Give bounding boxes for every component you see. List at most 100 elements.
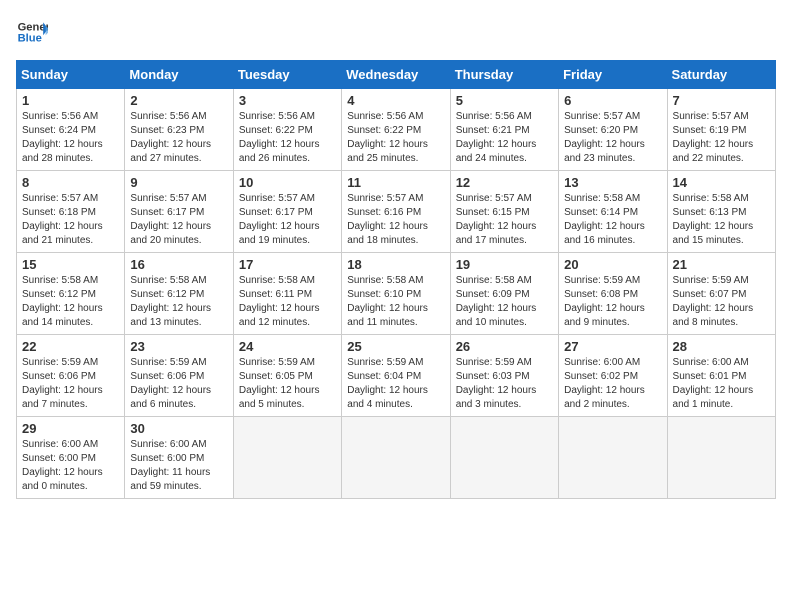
calendar-week-5: 29 Sunrise: 6:00 AMSunset: 6:00 PMDayligh… bbox=[17, 417, 776, 499]
cell-content: Sunrise: 5:58 AMSunset: 6:13 PMDaylight:… bbox=[673, 192, 770, 248]
day-number: 1 bbox=[22, 93, 119, 108]
calendar-cell: 20Sunrise: 5:59 AMSunset: 6:08 PMDayligh… bbox=[559, 253, 667, 335]
day-number: 29 bbox=[22, 421, 119, 436]
cell-content: Sunrise: 5:57 AMSunset: 6:17 PMDaylight:… bbox=[130, 192, 227, 248]
day-number: 17 bbox=[239, 257, 336, 272]
cell-content: Sunrise: 5:57 AMSunset: 6:15 PMDaylight:… bbox=[456, 192, 553, 248]
calendar-week-2: 8 Sunrise: 5:57 AMSunset: 6:18 PMDaylight… bbox=[17, 171, 776, 253]
calendar-cell: 28 Sunrise: 6:00 AMSunset: 6:01 PMDayligh… bbox=[667, 335, 775, 417]
cell-content: Sunrise: 5:58 AMSunset: 6:09 PMDaylight:… bbox=[456, 274, 553, 330]
calendar-cell: 29 Sunrise: 6:00 AMSunset: 6:00 PMDayligh… bbox=[17, 417, 125, 499]
day-number: 23 bbox=[130, 339, 227, 354]
cell-content: Sunrise: 5:57 AMSunset: 6:20 PMDaylight:… bbox=[564, 110, 661, 166]
cell-content: Sunrise: 5:58 AMSunset: 6:12 PMDaylight:… bbox=[22, 274, 119, 330]
svg-text:Blue: Blue bbox=[18, 33, 42, 45]
calendar-cell: 14 Sunrise: 5:58 AMSunset: 6:13 PMDayligh… bbox=[667, 171, 775, 253]
cell-content: Sunrise: 5:59 AMSunset: 6:04 PMDaylight:… bbox=[347, 356, 444, 412]
cell-content: Sunrise: 5:59 AMSunset: 6:08 PMDaylight:… bbox=[564, 274, 661, 330]
calendar-cell: 11Sunrise: 5:57 AMSunset: 6:16 PMDayligh… bbox=[342, 171, 450, 253]
day-number: 3 bbox=[239, 93, 336, 108]
cell-content: Sunrise: 5:59 AMSunset: 6:06 PMDaylight:… bbox=[130, 356, 227, 412]
cell-content: Sunrise: 5:56 AMSunset: 6:22 PMDaylight:… bbox=[239, 110, 336, 166]
day-number: 27 bbox=[564, 339, 661, 354]
day-number: 21 bbox=[673, 257, 770, 272]
cell-content: Sunrise: 5:57 AMSunset: 6:18 PMDaylight:… bbox=[22, 192, 119, 248]
calendar-cell: 2 Sunrise: 5:56 AMSunset: 6:23 PMDaylight… bbox=[125, 89, 233, 171]
calendar-week-3: 15 Sunrise: 5:58 AMSunset: 6:12 PMDayligh… bbox=[17, 253, 776, 335]
weekday-header-thursday: Thursday bbox=[450, 61, 558, 89]
calendar-table: SundayMondayTuesdayWednesdayThursdayFrid… bbox=[16, 60, 776, 499]
day-number: 30 bbox=[130, 421, 227, 436]
calendar-cell: 27 Sunrise: 6:00 AMSunset: 6:02 PMDayligh… bbox=[559, 335, 667, 417]
calendar-cell: 4Sunrise: 5:56 AMSunset: 6:22 PMDaylight… bbox=[342, 89, 450, 171]
cell-content: Sunrise: 5:57 AMSunset: 6:16 PMDaylight:… bbox=[347, 192, 444, 248]
calendar-cell: 8 Sunrise: 5:57 AMSunset: 6:18 PMDaylight… bbox=[17, 171, 125, 253]
calendar-cell bbox=[233, 417, 341, 499]
weekday-header-sunday: Sunday bbox=[17, 61, 125, 89]
cell-content: Sunrise: 6:00 AMSunset: 6:02 PMDaylight:… bbox=[564, 356, 661, 412]
calendar-cell: 17 Sunrise: 5:58 AMSunset: 6:11 PMDayligh… bbox=[233, 253, 341, 335]
calendar-cell: 25 Sunrise: 5:59 AMSunset: 6:04 PMDayligh… bbox=[342, 335, 450, 417]
calendar-week-4: 22 Sunrise: 5:59 AMSunset: 6:06 PMDayligh… bbox=[17, 335, 776, 417]
cell-content: Sunrise: 6:00 AMSunset: 6:00 PMDaylight:… bbox=[130, 438, 227, 494]
cell-content: Sunrise: 6:00 AMSunset: 6:00 PMDaylight:… bbox=[22, 438, 119, 494]
day-number: 7 bbox=[673, 93, 770, 108]
day-number: 12 bbox=[456, 175, 553, 190]
day-number: 8 bbox=[22, 175, 119, 190]
calendar-cell: 10 Sunrise: 5:57 AMSunset: 6:17 PMDayligh… bbox=[233, 171, 341, 253]
logo-icon: General Blue bbox=[16, 16, 48, 48]
day-number: 6 bbox=[564, 93, 661, 108]
weekday-header-friday: Friday bbox=[559, 61, 667, 89]
cell-content: Sunrise: 5:59 AMSunset: 6:03 PMDaylight:… bbox=[456, 356, 553, 412]
day-number: 24 bbox=[239, 339, 336, 354]
day-number: 22 bbox=[22, 339, 119, 354]
cell-content: Sunrise: 5:59 AMSunset: 6:07 PMDaylight:… bbox=[673, 274, 770, 330]
calendar-cell: 24Sunrise: 5:59 AMSunset: 6:05 PMDayligh… bbox=[233, 335, 341, 417]
weekday-header-wednesday: Wednesday bbox=[342, 61, 450, 89]
day-number: 25 bbox=[347, 339, 444, 354]
page-header: General Blue bbox=[16, 16, 776, 48]
calendar-cell: 1Sunrise: 5:56 AMSunset: 6:24 PMDaylight… bbox=[17, 89, 125, 171]
cell-content: Sunrise: 5:58 AMSunset: 6:14 PMDaylight:… bbox=[564, 192, 661, 248]
cell-content: Sunrise: 5:58 AMSunset: 6:11 PMDaylight:… bbox=[239, 274, 336, 330]
day-number: 19 bbox=[456, 257, 553, 272]
calendar-cell: 9 Sunrise: 5:57 AMSunset: 6:17 PMDaylight… bbox=[125, 171, 233, 253]
day-number: 18 bbox=[347, 257, 444, 272]
calendar-cell: 30 Sunrise: 6:00 AMSunset: 6:00 PMDayligh… bbox=[125, 417, 233, 499]
calendar-cell bbox=[450, 417, 558, 499]
calendar-cell: 5Sunrise: 5:56 AMSunset: 6:21 PMDaylight… bbox=[450, 89, 558, 171]
logo: General Blue bbox=[16, 16, 48, 48]
calendar-cell: 21 Sunrise: 5:59 AMSunset: 6:07 PMDayligh… bbox=[667, 253, 775, 335]
cell-content: Sunrise: 5:58 AMSunset: 6:12 PMDaylight:… bbox=[130, 274, 227, 330]
calendar-cell: 22 Sunrise: 5:59 AMSunset: 6:06 PMDayligh… bbox=[17, 335, 125, 417]
calendar-cell: 23 Sunrise: 5:59 AMSunset: 6:06 PMDayligh… bbox=[125, 335, 233, 417]
calendar-cell: 16 Sunrise: 5:58 AMSunset: 6:12 PMDayligh… bbox=[125, 253, 233, 335]
cell-content: Sunrise: 5:56 AMSunset: 6:23 PMDaylight:… bbox=[130, 110, 227, 166]
day-number: 14 bbox=[673, 175, 770, 190]
calendar-cell: 26 Sunrise: 5:59 AMSunset: 6:03 PMDayligh… bbox=[450, 335, 558, 417]
cell-content: Sunrise: 5:58 AMSunset: 6:10 PMDaylight:… bbox=[347, 274, 444, 330]
calendar-cell bbox=[667, 417, 775, 499]
cell-content: Sunrise: 5:59 AMSunset: 6:06 PMDaylight:… bbox=[22, 356, 119, 412]
calendar-cell bbox=[559, 417, 667, 499]
cell-content: Sunrise: 5:57 AMSunset: 6:19 PMDaylight:… bbox=[673, 110, 770, 166]
day-number: 16 bbox=[130, 257, 227, 272]
calendar-cell bbox=[342, 417, 450, 499]
calendar-cell: 15 Sunrise: 5:58 AMSunset: 6:12 PMDayligh… bbox=[17, 253, 125, 335]
calendar-cell: 7 Sunrise: 5:57 AMSunset: 6:19 PMDaylight… bbox=[667, 89, 775, 171]
cell-content: Sunrise: 5:57 AMSunset: 6:17 PMDaylight:… bbox=[239, 192, 336, 248]
cell-content: Sunrise: 6:00 AMSunset: 6:01 PMDaylight:… bbox=[673, 356, 770, 412]
day-number: 5 bbox=[456, 93, 553, 108]
day-number: 28 bbox=[673, 339, 770, 354]
calendar-cell: 6 Sunrise: 5:57 AMSunset: 6:20 PMDaylight… bbox=[559, 89, 667, 171]
day-number: 15 bbox=[22, 257, 119, 272]
day-number: 4 bbox=[347, 93, 444, 108]
day-number: 9 bbox=[130, 175, 227, 190]
calendar-cell: 13 Sunrise: 5:58 AMSunset: 6:14 PMDayligh… bbox=[559, 171, 667, 253]
day-number: 10 bbox=[239, 175, 336, 190]
calendar-cell: 3 Sunrise: 5:56 AMSunset: 6:22 PMDaylight… bbox=[233, 89, 341, 171]
calendar-cell: 19 Sunrise: 5:58 AMSunset: 6:09 PMDayligh… bbox=[450, 253, 558, 335]
day-number: 13 bbox=[564, 175, 661, 190]
day-number: 26 bbox=[456, 339, 553, 354]
day-number: 2 bbox=[130, 93, 227, 108]
